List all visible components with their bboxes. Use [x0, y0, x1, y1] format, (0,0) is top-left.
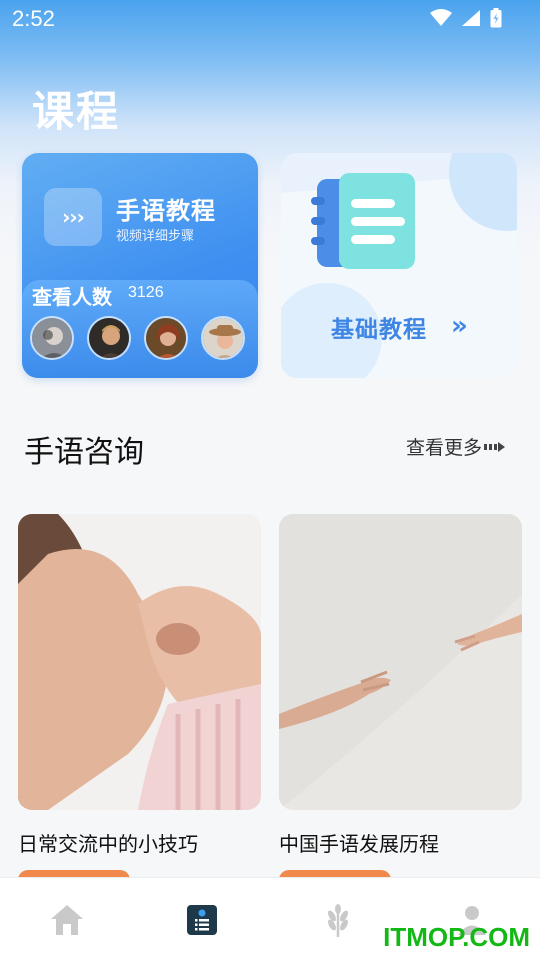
- avatar: [87, 316, 131, 360]
- status-icons: [430, 8, 502, 28]
- status-bar: 2:52: [0, 0, 540, 40]
- signal-icon: [462, 10, 480, 26]
- battery-icon: [490, 8, 502, 28]
- tutorial-arrows-icon: ›››: [44, 188, 102, 246]
- article-card[interactable]: 中国手语发展历程: [279, 514, 522, 857]
- viewers-panel: 查看人数 3126: [22, 280, 258, 378]
- article-title: 中国手语发展历程: [279, 832, 439, 856]
- article-title: 日常交流中的小技巧: [18, 832, 198, 856]
- view-more-link[interactable]: 查看更多: [406, 433, 506, 460]
- basic-tutorial-label: 基础教程: [331, 317, 427, 343]
- page-title: 课程: [32, 87, 121, 136]
- home-icon: [51, 905, 83, 935]
- watermark-logo: ITMOP.COM: [383, 922, 530, 952]
- arrow-right-icon: [484, 441, 506, 452]
- avatar: [201, 316, 245, 360]
- section-title: 手语咨询: [24, 435, 144, 470]
- nav-home[interactable]: [47, 900, 87, 940]
- wheat-icon: [328, 904, 348, 937]
- article-image: [18, 514, 261, 810]
- viewers-count: 3126: [128, 284, 164, 301]
- sign-tutorial-card[interactable]: ››› 手语教程 视频详细步骤 查看人数 3126: [22, 153, 258, 378]
- status-time: 2:52: [12, 6, 55, 31]
- double-chevron-icon: »: [451, 311, 468, 341]
- article-image: [279, 514, 522, 810]
- wifi-icon: [430, 9, 452, 26]
- article-card[interactable]: 日常交流中的小技巧: [18, 514, 261, 857]
- view-more-label: 查看更多: [406, 437, 483, 459]
- course-list-icon: [187, 905, 217, 935]
- tutorial-subtitle: 视频详细步骤: [116, 229, 195, 244]
- tutorial-title: 手语教程: [116, 197, 216, 225]
- avatar: [144, 316, 188, 360]
- basic-tutorial-card[interactable]: 基础教程 »: [281, 153, 517, 378]
- nav-discover[interactable]: [318, 900, 358, 940]
- avatar: [30, 316, 74, 360]
- nav-course[interactable]: [182, 900, 222, 940]
- viewers-label: 查看人数: [32, 285, 112, 309]
- notebook-icon: [311, 173, 415, 269]
